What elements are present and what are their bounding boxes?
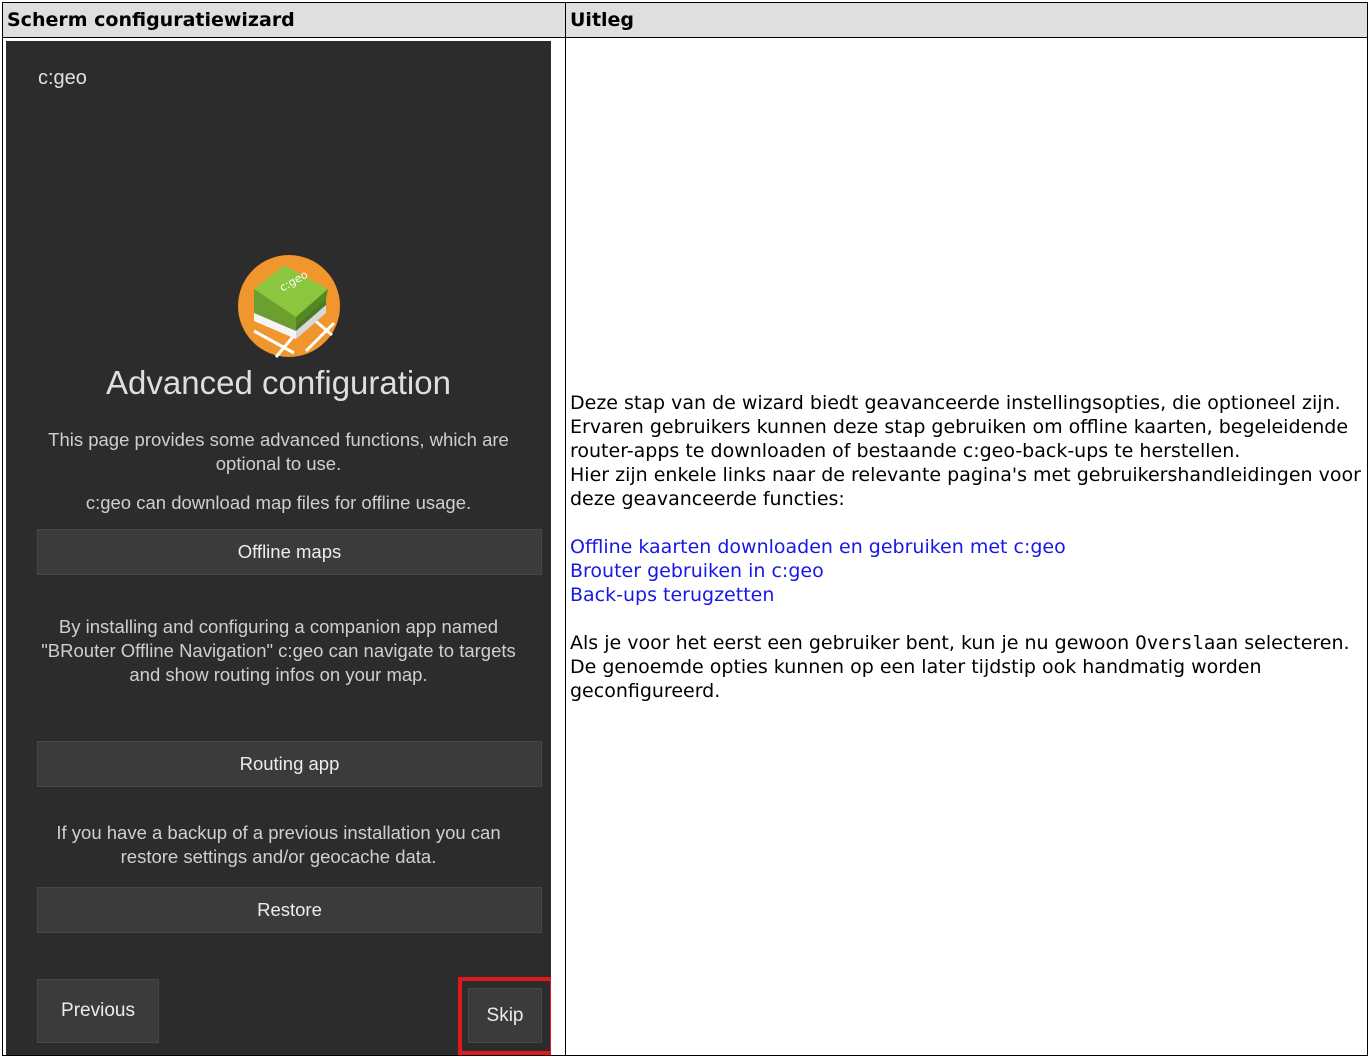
intro-text: This page provides some advanced functio… [48, 429, 509, 474]
restore-description: If you have a backup of a previous insta… [56, 822, 501, 867]
column-header-explanation: Uitleg [565, 2, 1368, 38]
skip-code-label: Overslaan [1135, 631, 1239, 654]
link-offline-maps[interactable]: Offline kaarten downloaden en gebruiken … [570, 535, 1363, 559]
cgeo-logo-icon: c:geo [238, 255, 340, 358]
offline-maps-description: c:geo can download map files for offline… [85, 492, 472, 513]
restore-button[interactable]: Restore [37, 887, 542, 933]
routing-app-description: By installing and configuring a companio… [41, 616, 516, 685]
header-row: Scherm configuratiewizard Uitleg [2, 2, 1368, 38]
screenshot-cell: c:geo c:geo Advanced configuration This … [2, 37, 566, 1056]
explanation-note: Als je voor het eerst een gebruiker bent… [570, 631, 1350, 702]
explanation-paragraph-2: Hier zijn enkele links naar de relevante… [570, 463, 1361, 510]
routing-app-button[interactable]: Routing app [37, 741, 542, 787]
app-name: c:geo [38, 67, 87, 89]
skip-highlight-box [458, 977, 551, 1055]
phone-screenshot: c:geo c:geo Advanced configuration This … [6, 41, 551, 1055]
explanation-text: Deze stap van de wizard biedt geavanceer… [566, 391, 1367, 703]
previous-button[interactable]: Previous [37, 979, 159, 1043]
link-backups[interactable]: Back-ups terugzetten [570, 583, 1363, 607]
explanation-cell: Deze stap van de wizard biedt geavanceer… [565, 37, 1368, 1056]
content-row: c:geo c:geo Advanced configuration This … [2, 37, 1368, 1056]
explanation-paragraph-1: Deze stap van de wizard biedt geavanceer… [570, 391, 1349, 462]
column-header-screen: Scherm configuratiewizard [2, 2, 566, 38]
offline-maps-button[interactable]: Offline maps [37, 529, 542, 575]
wizard-table: Scherm configuratiewizard Uitleg c:geo c [2, 2, 1368, 1056]
page-title: Advanced configuration [106, 364, 451, 401]
link-brouter[interactable]: Brouter gebruiken in c:geo [570, 559, 1363, 583]
link-list: Offline kaarten downloaden en gebruiken … [570, 535, 1363, 607]
